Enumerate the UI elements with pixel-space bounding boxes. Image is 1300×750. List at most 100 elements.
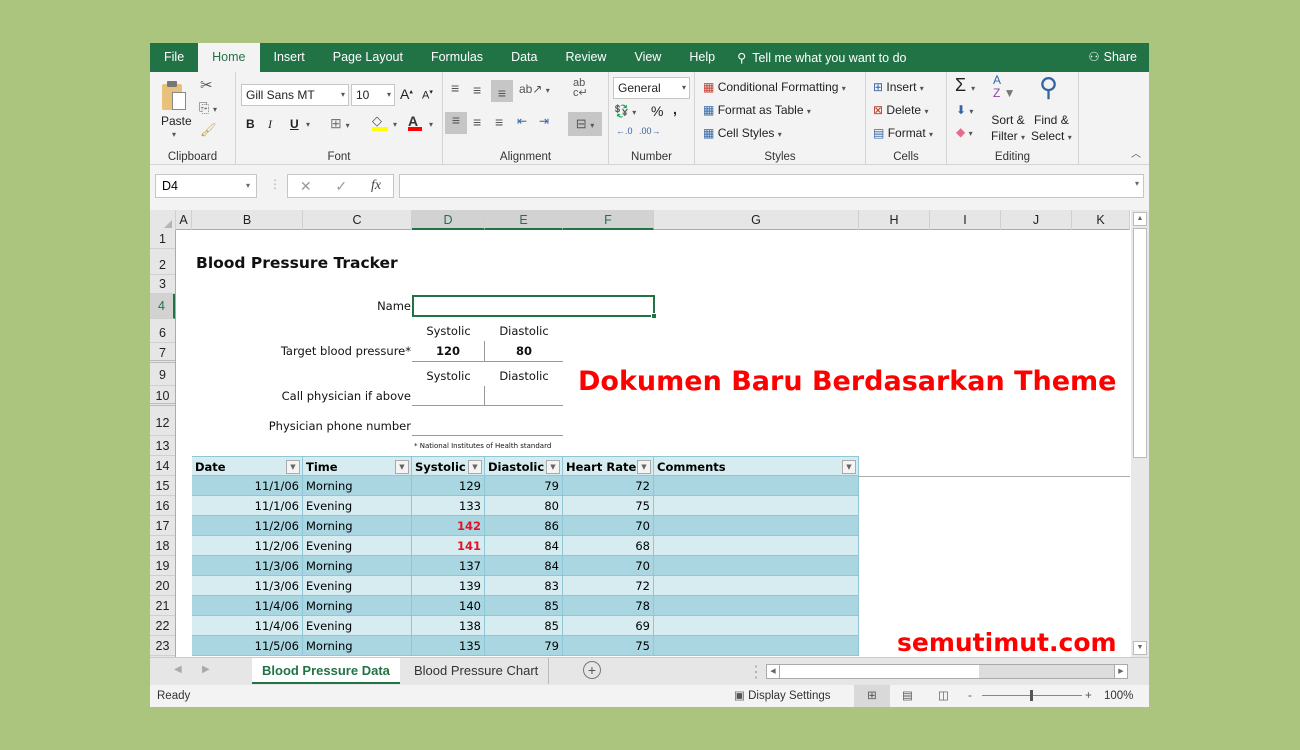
vertical-scroll-thumb[interactable] (1133, 228, 1147, 458)
call-systolic-input[interactable] (412, 386, 485, 406)
row-header[interactable]: 19 (150, 556, 175, 576)
cell-comments[interactable] (654, 496, 859, 516)
call-diastolic-input[interactable] (485, 386, 563, 406)
cell-systolic[interactable]: 135 (412, 636, 485, 656)
increase-font-icon[interactable]: A▴ (400, 86, 413, 102)
cell-heart-rate[interactable]: 72 (563, 576, 654, 596)
header-date[interactable]: Date ▼ (192, 457, 303, 477)
row-header[interactable]: 1 (150, 230, 175, 249)
row-header[interactable]: 22 (150, 616, 175, 636)
italic-button[interactable]: I (268, 117, 272, 132)
header-heart-rate[interactable]: Heart Rate ▼ (563, 457, 654, 477)
scroll-down-icon[interactable]: ▼ (1133, 641, 1147, 655)
zoom-in-button[interactable]: + (1085, 685, 1092, 707)
row-header[interactable]: 12 (150, 406, 175, 436)
horizontal-scroll-track[interactable] (979, 665, 1114, 678)
cell-date[interactable]: 11/2/06 (192, 516, 303, 536)
comma-button[interactable]: , (673, 101, 677, 117)
cell-heart-rate[interactable]: 78 (563, 596, 654, 616)
cell-systolic[interactable]: 138 (412, 616, 485, 636)
cell-heart-rate[interactable]: 75 (563, 496, 654, 516)
enter-check-icon[interactable]: ✓ (335, 178, 347, 195)
zoom-level[interactable]: 100% (1104, 685, 1133, 707)
cell-time[interactable]: Evening (303, 496, 412, 516)
phone-input[interactable] (412, 416, 563, 436)
cell-heart-rate[interactable]: 69 (563, 616, 654, 636)
align-center-icon[interactable]: ≡ (473, 114, 481, 130)
tell-me-search[interactable]: ⚲ Tell me what you want to do (737, 50, 906, 66)
fill-color-button[interactable]: ◇ (372, 113, 388, 131)
decrease-font-icon[interactable]: A▾ (422, 88, 433, 102)
row-header[interactable]: 13 (150, 436, 175, 456)
tab-insert[interactable]: Insert (260, 43, 319, 72)
filter-dropdown-icon[interactable]: ▼ (637, 460, 651, 474)
insert-function-button[interactable]: fx (371, 178, 381, 194)
target-diastolic-value[interactable]: 80 (485, 341, 563, 362)
formula-input[interactable]: ▾ (399, 174, 1144, 198)
row-header[interactable]: 15 (150, 476, 175, 496)
cell-time[interactable]: Morning (303, 516, 412, 536)
wrap-text-icon[interactable]: ab c↵ (573, 78, 588, 99)
cell-diastolic[interactable]: 80 (485, 496, 563, 516)
cell-date[interactable]: 11/2/06 (192, 536, 303, 556)
copy-icon[interactable]: ⎘ ▾ (199, 100, 217, 116)
filter-dropdown-icon[interactable]: ▼ (468, 460, 482, 474)
display-settings-button[interactable]: ▣ Display Settings (734, 685, 831, 707)
row-header[interactable]: 9 (150, 363, 175, 386)
scroll-up-icon[interactable]: ▲ (1133, 212, 1147, 226)
cell-heart-rate[interactable]: 75 (563, 636, 654, 656)
column-header-e[interactable]: E (485, 210, 563, 230)
cell-heart-rate[interactable]: 70 (563, 556, 654, 576)
insert-cells-button[interactable]: ⊞ Insert ▾ (873, 80, 924, 94)
cell-diastolic[interactable]: 85 (485, 616, 563, 636)
cell-date[interactable]: 11/4/06 (192, 616, 303, 636)
paste-dropdown[interactable]: ▾ (172, 130, 176, 139)
cell-comments[interactable] (654, 616, 859, 636)
cell-diastolic[interactable]: 84 (485, 536, 563, 556)
row-header[interactable]: 3 (150, 275, 175, 294)
tab-view[interactable]: View (620, 43, 675, 72)
tab-splitter[interactable]: ⋮ (748, 662, 764, 682)
tab-review[interactable]: Review (551, 43, 620, 72)
find-select-button[interactable]: Find & Select ▾ (1031, 112, 1072, 146)
conditional-formatting-button[interactable]: ▦ Conditional Formatting ▾ (703, 80, 846, 94)
font-name-select[interactable]: Gill Sans MT ▾ (241, 84, 349, 106)
percent-button[interactable]: % (651, 103, 663, 119)
cell-systolic[interactable]: 133 (412, 496, 485, 516)
normal-view-icon[interactable]: ⊞ (854, 685, 890, 707)
cell-diastolic[interactable]: 83 (485, 576, 563, 596)
tab-data[interactable]: Data (497, 43, 551, 72)
column-header-a[interactable]: A (176, 210, 192, 230)
font-color-dropdown[interactable]: ▾ (429, 120, 433, 129)
cell-heart-rate[interactable]: 70 (563, 516, 654, 536)
cell-time[interactable]: Evening (303, 576, 412, 596)
font-size-select[interactable]: 10 ▾ (351, 84, 395, 106)
page-break-view-icon[interactable]: ◫ (938, 685, 949, 707)
bottom-align-icon[interactable]: ≡ (491, 80, 513, 102)
cell-time[interactable]: Evening (303, 536, 412, 556)
cell-systolic[interactable]: 139 (412, 576, 485, 596)
tab-file[interactable]: File (150, 43, 198, 72)
cell-comments[interactable] (654, 536, 859, 556)
cell-diastolic[interactable]: 84 (485, 556, 563, 576)
tab-formulas[interactable]: Formulas (417, 43, 497, 72)
row-header[interactable]: 2 (150, 249, 175, 275)
row-header[interactable]: 6 (150, 319, 175, 343)
merge-center-icon[interactable]: ⊟ ▾ (568, 112, 602, 136)
borders-icon[interactable]: ⊞ ▾ (330, 115, 350, 132)
decrease-indent-icon[interactable]: ⇤ (517, 114, 527, 128)
cell-comments[interactable] (654, 476, 859, 496)
cancel-icon[interactable]: ✕ (300, 178, 312, 195)
cell-time[interactable]: Morning (303, 596, 412, 616)
column-header-d[interactable]: D (412, 210, 485, 230)
currency-icon[interactable]: 💱 ▾ (614, 104, 636, 118)
format-as-table-button[interactable]: ▦ Format as Table ▾ (703, 103, 811, 117)
cell-time[interactable]: Morning (303, 636, 412, 656)
sheet-tab-blood-pressure-chart[interactable]: Blood Pressure Chart (404, 658, 550, 684)
cell-date[interactable]: 11/1/06 (192, 476, 303, 496)
row-header[interactable]: 18 (150, 536, 175, 556)
orientation-icon[interactable]: ab↗ ▾ (519, 82, 550, 96)
cell-date[interactable]: 11/3/06 (192, 576, 303, 596)
filter-dropdown-icon[interactable]: ▼ (395, 460, 409, 474)
row-header-selected[interactable]: 4 (150, 294, 175, 319)
